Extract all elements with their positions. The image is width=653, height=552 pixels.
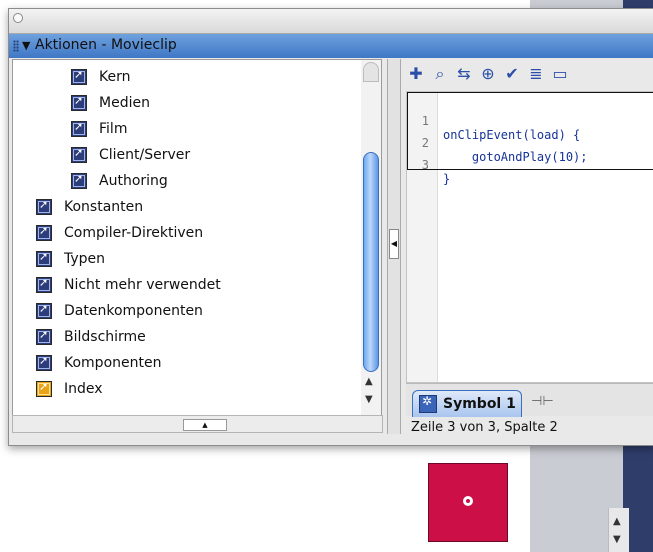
scrollbar-thumb[interactable] xyxy=(363,152,379,372)
tree-item-label: Medien xyxy=(99,95,150,111)
book-icon xyxy=(36,354,52,371)
tree-item[interactable]: Client/Server xyxy=(71,144,190,166)
tree-item-label: Konstanten xyxy=(64,199,144,215)
code-text[interactable]: onClipEvent(load) { xyxy=(443,128,580,142)
tree-item-label: Compiler-Direktiven xyxy=(64,225,204,241)
scroll-up-icon[interactable]: ▲ xyxy=(613,516,621,527)
panel-header[interactable]: ▼ Aktionen - Movieclip xyxy=(9,34,653,58)
add-statement-icon[interactable]: ✚ xyxy=(406,64,426,84)
code-line[interactable]: 3 } xyxy=(407,144,450,186)
target-path-icon[interactable]: ⊕ xyxy=(478,64,498,84)
tree-item[interactable]: Konstanten xyxy=(36,196,143,218)
tree-item[interactable]: Kern xyxy=(71,66,130,88)
tree-item[interactable]: Datenkomponenten xyxy=(36,300,203,322)
tree-item[interactable]: Index xyxy=(36,378,103,400)
line-number: 3 xyxy=(421,158,429,172)
code-hint-icon[interactable]: ▭ xyxy=(550,64,570,84)
actions-panel-window: ▼ Aktionen - Movieclip Kern Medien Film Cli… xyxy=(8,8,653,446)
tree-resize-bar[interactable]: ▲ xyxy=(12,415,383,433)
code-text[interactable]: gotoAndPlay(10); xyxy=(443,150,588,164)
book-icon xyxy=(36,198,52,215)
collapse-pane-icon[interactable]: ◀ xyxy=(389,229,399,259)
check-syntax-icon[interactable]: ✔ xyxy=(502,64,522,84)
tree-item-label: Typen xyxy=(64,251,106,267)
script-tab-bar: Symbol 1 ⊣⊢ xyxy=(406,383,653,417)
tree-item[interactable]: Compiler-Direktiven xyxy=(36,222,203,244)
tree-item-label: Nicht mehr verwendet xyxy=(64,277,221,293)
tree-item[interactable]: Typen xyxy=(36,248,105,270)
book-icon xyxy=(71,172,87,189)
scrollbar-track-cap xyxy=(363,62,379,82)
book-icon xyxy=(36,328,52,345)
book-icon xyxy=(36,224,52,241)
tree-item-label: Komponenten xyxy=(64,355,162,371)
code-text[interactable]: } xyxy=(443,172,450,186)
status-line: Zeile 3 von 3, Spalte 2 xyxy=(411,420,558,435)
panel-title: Aktionen - Movieclip xyxy=(35,37,177,53)
script-tab-label: Symbol 1 xyxy=(443,396,516,412)
code-line[interactable]: 1 onClipEvent(load) { xyxy=(407,100,581,142)
registration-point-icon xyxy=(463,496,473,506)
tree-item-label: Index xyxy=(64,381,103,397)
tree-item-label: Authoring xyxy=(99,173,168,189)
collapse-triangle-icon[interactable]: ▼ xyxy=(22,39,30,52)
tree-item-label: Client/Server xyxy=(99,147,191,163)
book-icon xyxy=(36,250,52,267)
find-icon[interactable]: ⌕ xyxy=(430,64,450,84)
tree-item-label: Datenkomponenten xyxy=(64,303,203,319)
scroll-up-icon[interactable]: ▲ xyxy=(365,376,373,387)
window-titlebar[interactable] xyxy=(9,9,653,34)
drag-grip-icon[interactable] xyxy=(13,40,19,52)
script-toolbar: ✚ ⌕ ⇆ ⊕ ✔ ≣ ▭ xyxy=(406,61,570,87)
code-line[interactable]: 2 gotoAndPlay(10); xyxy=(407,122,588,164)
tree-item-label: Film xyxy=(99,121,128,137)
tree-item[interactable]: Nicht mehr verwendet xyxy=(36,274,221,296)
stage-scrollbar[interactable]: ▲ ▼ xyxy=(608,508,629,552)
book-icon xyxy=(71,68,87,85)
book-icon xyxy=(71,94,87,111)
tree-item[interactable]: Bildschirme xyxy=(36,326,146,348)
stage-movieclip[interactable] xyxy=(428,463,508,542)
book-icon xyxy=(36,302,52,319)
pane-splitter[interactable]: ◀ xyxy=(387,59,401,434)
close-icon[interactable] xyxy=(13,13,23,23)
scroll-down-icon[interactable]: ▼ xyxy=(613,534,621,545)
tree-item[interactable]: Komponenten xyxy=(36,352,161,374)
book-icon xyxy=(71,120,87,137)
pin-script-icon[interactable]: ⊣⊢ xyxy=(531,394,554,409)
tree-item-label: Bildschirme xyxy=(64,329,146,345)
script-tab-symbol[interactable]: Symbol 1 xyxy=(412,390,522,417)
tree-item[interactable]: Authoring xyxy=(71,170,168,192)
tree-item[interactable]: Film xyxy=(71,118,127,140)
movieclip-symbol-icon xyxy=(419,394,437,413)
index-book-icon xyxy=(36,380,52,397)
book-icon xyxy=(71,146,87,163)
scroll-down-icon[interactable]: ▼ xyxy=(365,394,373,405)
actions-toolbox-tree: Kern Medien Film Client/Server Authoring Kons… xyxy=(12,59,363,417)
auto-format-icon[interactable]: ≣ xyxy=(526,64,546,84)
script-editor[interactable]: 1 onClipEvent(load) { 2 gotoAndPlay(10);… xyxy=(406,91,653,383)
tree-item[interactable]: Medien xyxy=(71,92,150,114)
tree-vertical-scrollbar[interactable]: ▲ ▼ xyxy=(361,59,382,417)
tree-item-label: Kern xyxy=(99,69,131,85)
expand-arrow-icon[interactable]: ▲ xyxy=(183,419,227,431)
book-icon xyxy=(36,276,52,293)
replace-icon[interactable]: ⇆ xyxy=(454,64,474,84)
